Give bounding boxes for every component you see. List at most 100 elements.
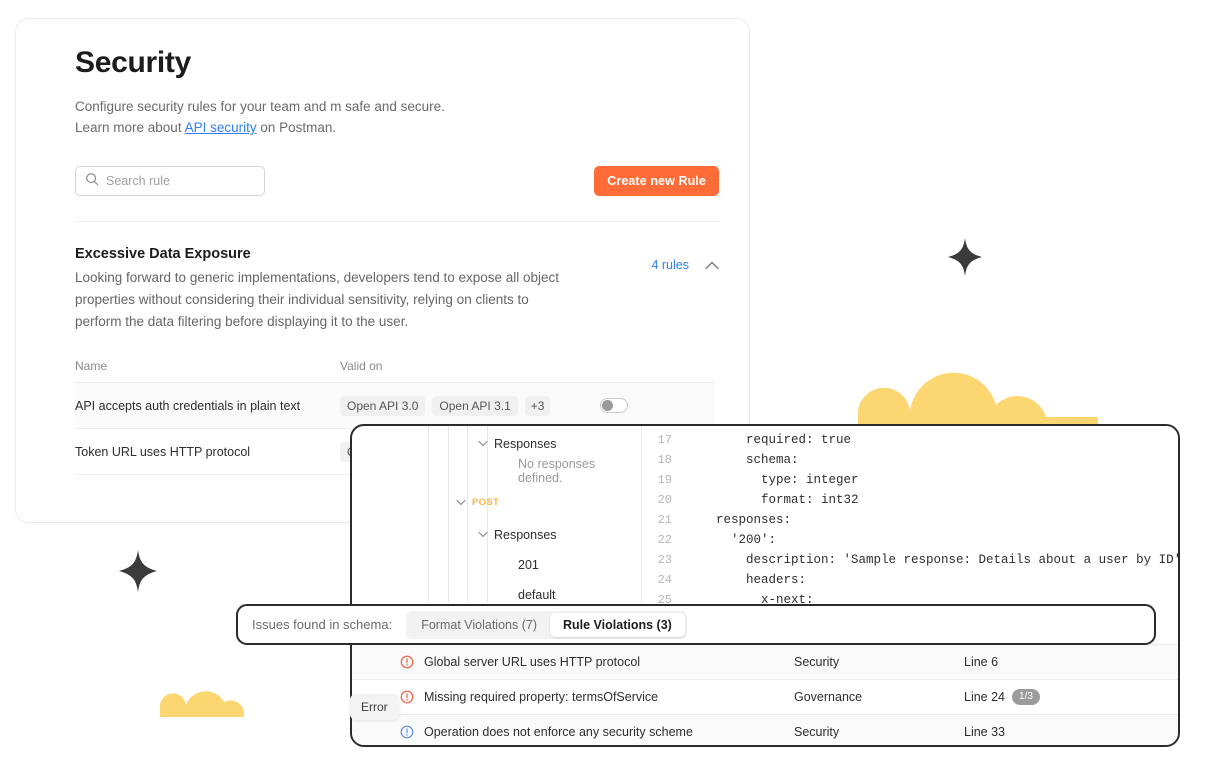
issue-description: Operation does not enforce any security … xyxy=(424,725,794,739)
issue-line-label: Line 33 xyxy=(964,725,1005,739)
rule-valid-on: Open API 3.0 Open API 3.1 +3 xyxy=(340,396,600,416)
tree-node-label: Responses xyxy=(494,437,557,451)
chevron-up-icon[interactable] xyxy=(705,261,719,270)
code-editor-panel[interactable]: 17 required: true 18 schema: 19 type: in… xyxy=(642,426,1178,609)
issue-description: Global server URL uses HTTP protocol xyxy=(424,655,794,669)
column-header-name: Name xyxy=(75,359,340,373)
line-number: 24 xyxy=(642,573,686,587)
line-number: 20 xyxy=(642,493,686,507)
rules-table-header: Name Valid on xyxy=(75,359,715,382)
line-content: required: true xyxy=(686,433,851,447)
issue-occurrence-badge[interactable]: 1/3 xyxy=(1012,689,1040,705)
issue-type: Governance xyxy=(794,690,964,704)
tree-node-post-method[interactable]: POST xyxy=(352,489,641,516)
toggle-knob xyxy=(602,400,613,411)
tab-format-violations[interactable]: Format Violations (7) xyxy=(408,613,550,637)
create-new-rule-button[interactable]: Create new Rule xyxy=(594,166,719,196)
schema-editor-overlay: Responses No responses defined. POST Res… xyxy=(350,424,1180,747)
category-title: Excessive Data Exposure xyxy=(75,246,719,262)
search-rule-box[interactable] xyxy=(75,166,265,196)
rule-name: API accepts auth credentials in plain te… xyxy=(75,399,340,413)
search-icon xyxy=(85,172,99,191)
line-number: 18 xyxy=(642,453,686,467)
issues-filter-bar: Issues found in schema: Format Violation… xyxy=(236,604,1156,645)
issue-row[interactable]: Operation does not enforce any security … xyxy=(352,714,1178,747)
line-content: schema: xyxy=(686,453,799,467)
rule-enable-toggle[interactable] xyxy=(600,398,628,413)
code-line: 20 format: int32 xyxy=(642,490,1178,510)
line-number: 21 xyxy=(642,513,686,527)
chevron-down-icon[interactable] xyxy=(456,499,466,506)
tree-node-empty-message: No responses defined. xyxy=(352,457,641,484)
valid-on-tag: Open API 3.1 xyxy=(432,396,517,416)
issue-line-label: Line 6 xyxy=(964,655,998,669)
cloud-shape-right xyxy=(858,365,1098,430)
issue-line-label: Line 24 xyxy=(964,690,1005,704)
rule-category-section: Excessive Data Exposure Looking forward … xyxy=(75,246,719,333)
error-circle-icon xyxy=(400,655,416,669)
screen-root: Security Configure security rules for yo… xyxy=(0,0,1228,770)
tree-node-label: No responses defined. xyxy=(518,457,641,485)
line-number: 17 xyxy=(642,433,686,447)
code-line: 24 headers: xyxy=(642,570,1178,590)
violations-tab-group: Format Violations (7) Rule Violations (3… xyxy=(406,611,687,639)
tree-node-responses[interactable]: Responses xyxy=(352,430,641,457)
line-content: '200': xyxy=(686,533,776,547)
issue-line: Line 6 xyxy=(964,655,1124,669)
line-content: description: 'Sample response: Details a… xyxy=(686,553,1178,567)
sparkle-icon-bottom-left xyxy=(119,550,157,592)
sparkle-icon-top-right xyxy=(948,238,982,276)
api-security-link[interactable]: API security xyxy=(185,120,257,135)
tree-node-label: Responses xyxy=(494,528,557,542)
cloud-shape-left xyxy=(160,683,244,722)
line-content: responses: xyxy=(686,513,791,527)
rules-count-label[interactable]: 4 rules xyxy=(651,258,689,272)
line-number: 23 xyxy=(642,553,686,567)
learn-more-prefix: Learn more about xyxy=(75,120,185,135)
page-description-line-1: Configure security rules for your team a… xyxy=(75,96,719,117)
http-method-label: POST xyxy=(472,497,499,508)
issues-found-label: Issues found in schema: xyxy=(252,617,392,632)
code-line: 17 required: true xyxy=(642,430,1178,450)
issue-type: Security xyxy=(794,725,964,739)
chevron-down-icon[interactable] xyxy=(478,531,488,538)
column-header-valid-on: Valid on xyxy=(340,359,600,373)
issue-row[interactable]: Global server URL uses HTTP protocol Sec… xyxy=(352,644,1178,679)
valid-on-more-tag[interactable]: +3 xyxy=(525,396,551,416)
line-number: 19 xyxy=(642,473,686,487)
valid-on-tag: Open API 3.0 xyxy=(340,396,425,416)
toolbar-divider xyxy=(75,221,719,222)
issue-row[interactable]: Missing required property: termsOfServic… xyxy=(352,679,1178,714)
schema-tree-panel: Responses No responses defined. POST Res… xyxy=(352,426,642,609)
line-content: format: int32 xyxy=(686,493,859,507)
line-content: headers: xyxy=(686,573,806,587)
code-line: 23 description: 'Sample response: Detail… xyxy=(642,550,1178,570)
code-line: 21 responses: xyxy=(642,510,1178,530)
tree-node-label: default xyxy=(518,588,556,602)
editor-area: Responses No responses defined. POST Res… xyxy=(352,426,1178,609)
issue-line: Line 24 1/3 xyxy=(964,689,1124,705)
learn-more-suffix: on Postman. xyxy=(257,120,337,135)
code-line: 22 '200': xyxy=(642,530,1178,550)
line-number: 22 xyxy=(642,533,686,547)
search-input[interactable] xyxy=(106,174,255,188)
error-severity-tooltip: Error xyxy=(350,694,399,720)
toolbar: Create new Rule xyxy=(75,166,719,196)
category-description: Looking forward to generic implementatio… xyxy=(75,267,575,333)
issue-description: Missing required property: termsOfServic… xyxy=(424,690,794,704)
error-circle-icon xyxy=(400,690,416,704)
tree-node-label: 201 xyxy=(518,558,539,572)
page-description-line-2: Learn more about API security on Postman… xyxy=(75,117,719,138)
category-meta: 4 rules xyxy=(651,258,719,272)
page-description: Configure security rules for your team a… xyxy=(75,96,719,138)
table-row[interactable]: API accepts auth credentials in plain te… xyxy=(75,382,715,428)
code-line: 19 type: integer xyxy=(642,470,1178,490)
tree-node-response-201[interactable]: 201 xyxy=(352,551,641,578)
tab-rule-violations[interactable]: Rule Violations (3) xyxy=(550,613,685,637)
tree-node-responses[interactable]: Responses xyxy=(352,521,641,548)
line-content: type: integer xyxy=(686,473,859,487)
issue-line: Line 33 xyxy=(964,725,1124,739)
chevron-down-icon[interactable] xyxy=(478,440,488,447)
code-line: 18 schema: xyxy=(642,450,1178,470)
issue-type: Security xyxy=(794,655,964,669)
